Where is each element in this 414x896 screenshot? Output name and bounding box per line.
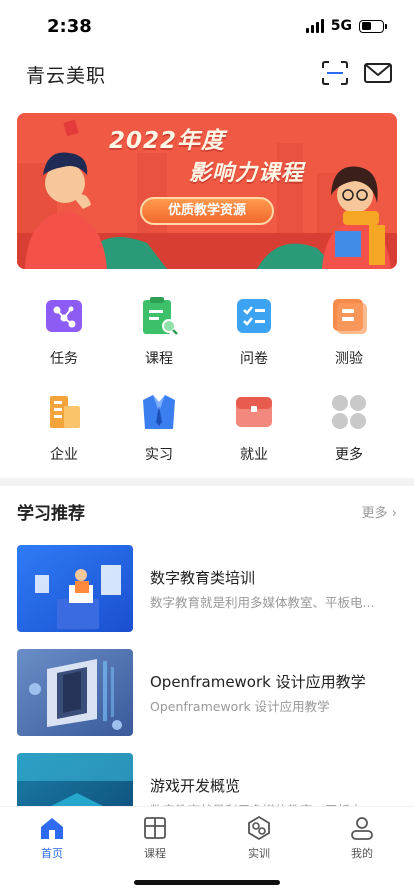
grid-item-more[interactable]: 更多	[302, 392, 396, 464]
status-indicators: 5G	[305, 18, 387, 34]
course-item[interactable]: Openframework 设计应用教学 Openframework 设计应用教…	[17, 649, 397, 739]
grid-label-survey: 问卷	[240, 351, 268, 367]
survey-icon	[237, 299, 271, 333]
tab-label-profile: 我的	[351, 847, 373, 860]
grid-item-task[interactable]: 任务	[17, 296, 111, 368]
tab-training[interactable]: 实训	[224, 815, 294, 861]
grid-item-course[interactable]: 课程	[112, 296, 206, 368]
employment-icon	[236, 397, 272, 427]
grid-item-survey[interactable]: 问卷	[207, 296, 301, 368]
quiz-icon	[333, 299, 367, 334]
grid-label-more: 更多	[335, 447, 363, 463]
section-more-link[interactable]: 更多 ›	[362, 502, 397, 521]
home-indicator[interactable]	[134, 880, 280, 885]
course-title: 游戏开发概览	[150, 777, 241, 795]
tab-profile[interactable]: 我的	[327, 815, 397, 861]
profile-icon	[351, 817, 373, 840]
grid-label-employment: 就业	[240, 447, 268, 463]
promo-banner[interactable]: 2022年度 影响力课程 优质教学资源	[17, 113, 397, 269]
more-icon	[332, 395, 366, 429]
course-title: 数字教育类培训	[150, 569, 256, 587]
training-icon	[248, 815, 270, 841]
grid-label-internship: 实习	[145, 447, 173, 463]
company-icon	[50, 396, 80, 428]
scan-icon[interactable]	[320, 60, 350, 86]
book-icon	[144, 817, 166, 839]
tab-label-course: 课程	[144, 847, 166, 860]
network-label: 5G	[330, 18, 352, 34]
banner-cta-button[interactable]: 优质教学资源	[140, 197, 274, 225]
task-icon	[46, 300, 82, 332]
internship-icon	[143, 395, 175, 429]
grid-label-course: 课程	[145, 351, 173, 367]
grid-item-employment[interactable]: 就业	[207, 392, 301, 464]
grid-item-quiz[interactable]: 测验	[302, 296, 396, 368]
grid-label-task: 任务	[50, 351, 78, 367]
grid-label-company: 企业	[50, 447, 78, 463]
course-desc: 数字教育就是利用多媒体教室、平板电...	[150, 595, 375, 610]
tab-course[interactable]: 课程	[120, 815, 190, 861]
course-desc: Openframework 设计应用教学	[150, 699, 330, 714]
grid-item-company[interactable]: 企业	[17, 392, 111, 464]
grid-item-internship[interactable]: 实习	[112, 392, 206, 464]
tab-home[interactable]: 首页	[17, 815, 87, 861]
tab-label-training: 实训	[248, 847, 270, 860]
banner-title-year: 2022年度	[109, 128, 226, 154]
mail-icon[interactable]	[363, 60, 393, 86]
grid-label-quiz: 测验	[335, 351, 363, 367]
tab-label-home: 首页	[41, 847, 63, 860]
home-icon	[41, 818, 63, 839]
section-title: 学习推荐	[17, 504, 85, 524]
course-thumbnail	[17, 649, 133, 736]
course-thumbnail	[17, 545, 133, 632]
course-icon	[143, 297, 178, 335]
battery-icon	[359, 19, 387, 33]
status-bar: 2:38 5G	[0, 0, 414, 54]
top-header: 青云美职	[0, 54, 414, 94]
section-divider	[0, 478, 414, 486]
course-title: Openframework 设计应用教学	[150, 673, 366, 691]
banner-title-course: 影响力课程	[189, 161, 305, 186]
course-item[interactable]: 数字教育类培训 数字教育就是利用多媒体教室、平板电...	[17, 545, 397, 635]
status-time: 2:38	[47, 16, 92, 37]
signal-icon	[305, 19, 324, 33]
app-title: 青云美职	[26, 65, 107, 87]
